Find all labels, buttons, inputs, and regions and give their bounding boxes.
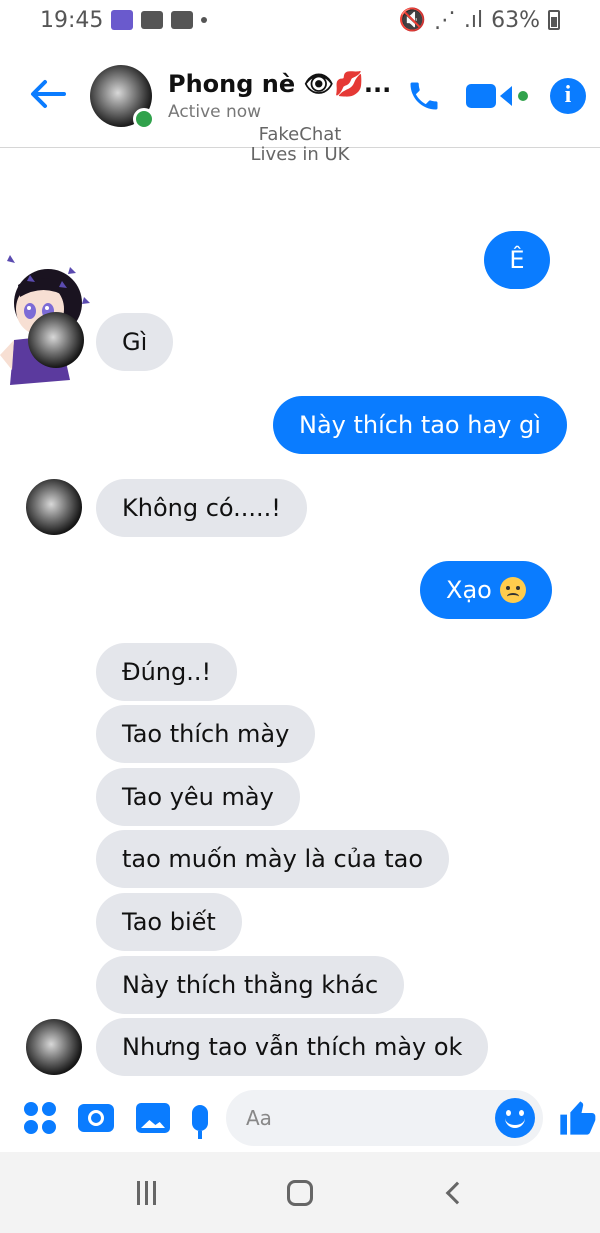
message-text: Ê	[509, 246, 525, 274]
contact-info[interactable]: Phong nè 👁💋... Active now	[168, 70, 404, 122]
apps-grid-icon[interactable]	[24, 1100, 56, 1136]
message-composer	[0, 1086, 600, 1150]
angry-face-icon	[499, 577, 526, 603]
home-button[interactable]	[270, 1163, 330, 1223]
message-text: Nhưng tao vẫn thích mày ok	[122, 1033, 463, 1061]
message-bubble-incoming[interactable]: Tao thích mày	[96, 705, 316, 763]
camera-icon[interactable]	[78, 1100, 114, 1136]
navigation-bar	[0, 1152, 600, 1233]
status-time: 19:45	[40, 7, 104, 33]
battery-percent: 63%	[491, 7, 540, 33]
message-bubble-incoming[interactable]: Đúng..!	[96, 643, 238, 701]
signal-icon: .ıl	[463, 7, 484, 33]
active-status: Active now	[168, 101, 262, 122]
message-text: Đúng..!	[122, 658, 212, 686]
message-bubble-incoming[interactable]: Gì	[96, 313, 174, 371]
wifi-icon: ⋰	[433, 7, 456, 33]
message-bubble-incoming[interactable]: Tao biết	[96, 893, 242, 951]
message-input-container	[226, 1090, 543, 1146]
message-text: Này thích tao hay gì	[299, 411, 541, 439]
message-bubble-incoming[interactable]: Tao yêu mày	[96, 768, 300, 826]
back-arrow-icon[interactable]	[30, 76, 80, 116]
back-button[interactable]	[423, 1163, 483, 1223]
watermark-title: FakeChat	[258, 124, 342, 145]
message-text: Gì	[122, 328, 148, 356]
gallery-icon[interactable]	[136, 1100, 170, 1136]
message-text: Xạo	[446, 576, 492, 604]
message-text: Không có.....!	[122, 494, 281, 522]
contact-message-avatar[interactable]	[26, 479, 82, 535]
video-active-dot	[518, 90, 528, 101]
battery-icon	[548, 10, 560, 30]
message-text: Tao yêu mày	[122, 783, 274, 811]
info-icon[interactable]: i	[550, 77, 586, 114]
message-text: Tao biết	[122, 908, 216, 936]
microphone-icon[interactable]	[192, 1100, 208, 1139]
phone-icon[interactable]	[404, 76, 444, 116]
video-call-icon[interactable]	[466, 83, 528, 108]
emoji-icon[interactable]	[495, 1098, 535, 1138]
message-input[interactable]	[246, 1106, 495, 1130]
contact-message-avatar[interactable]	[26, 1019, 82, 1075]
message-text: tao muốn mày là của tao	[122, 845, 424, 873]
message-bubble-outgoing[interactable]: Ê	[484, 231, 550, 289]
contact-name: Phong nè 👁💋...	[168, 69, 392, 98]
message-bubble-incoming[interactable]: Này thích thằng khác	[96, 956, 405, 1014]
mute-icon: 🔇	[398, 7, 426, 33]
message-bubble-incoming[interactable]: Nhưng tao vẫn thích mày ok	[96, 1018, 489, 1076]
like-icon[interactable]	[557, 1096, 597, 1140]
contact-message-avatar[interactable]	[28, 312, 84, 368]
message-text: Này thích thằng khác	[122, 971, 379, 999]
message-bubble-outgoing[interactable]: Xạo	[420, 561, 552, 619]
more-notifications-icon	[201, 17, 208, 23]
recent-apps-button[interactable]	[117, 1163, 177, 1223]
message-text: Tao thích mày	[122, 720, 290, 748]
message-bubble-incoming[interactable]: Không có.....!	[96, 479, 307, 537]
youtube-icon	[141, 11, 164, 29]
status-bar: 19:45 🔇 ⋰ .ıl 63%	[0, 0, 600, 40]
video-notification-icon	[171, 11, 194, 29]
watermark-location: Lives in UK	[250, 144, 350, 165]
message-bubble-outgoing[interactable]: Này thích tao hay gì	[273, 396, 567, 454]
contact-avatar[interactable]	[90, 64, 155, 130]
message-bubble-incoming[interactable]: tao muốn mày là của tao	[96, 830, 450, 888]
app-notification-icon	[111, 10, 134, 30]
